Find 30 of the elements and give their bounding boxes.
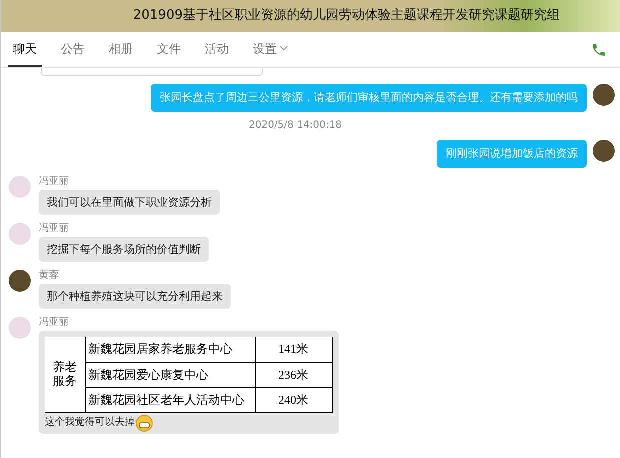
window-title: 201909基于社区职业资源的幼儿园劳动体验主题课程开发研究课题研究组 bbox=[133, 7, 560, 26]
grin-emoji-icon bbox=[136, 414, 153, 432]
sender-name: 黄蓉 bbox=[39, 270, 60, 282]
tab[interactable]: 聊天 bbox=[8, 32, 42, 67]
incoming-message-bubble: 我们可以在里面做下职业资源分析 bbox=[39, 190, 220, 215]
sender-name: 冯亚丽 bbox=[39, 176, 70, 188]
sender-name: 冯亚丽 bbox=[39, 317, 70, 329]
tab[interactable]: 活动 bbox=[200, 32, 234, 67]
avatar[interactable] bbox=[593, 84, 615, 106]
table-cell: 新魏花园居家养老服务中心 bbox=[85, 337, 255, 362]
table-cell: 240米 bbox=[255, 387, 332, 412]
timestamp: 2020/5/8 14:00:18 bbox=[248, 120, 342, 132]
tab[interactable]: 相册 bbox=[104, 32, 138, 67]
tab[interactable]: 文件 bbox=[152, 32, 186, 67]
table-cell: 养老服务 bbox=[45, 337, 85, 412]
table-cell: 新魏花园社区老年人活动中心 bbox=[85, 387, 255, 412]
table-cell: 236米 bbox=[255, 362, 332, 387]
tab[interactable]: 公告 bbox=[56, 32, 90, 67]
avatar[interactable] bbox=[593, 140, 615, 162]
tab[interactable]: 设置 bbox=[248, 32, 293, 67]
outgoing-message-bubble: 刚刚张园说增加饭店的资源 bbox=[437, 140, 587, 168]
incoming-message-bubble: 那个种植养殖这块可以充分利用起来 bbox=[39, 284, 231, 309]
outgoing-message-bubble: 张园长盘点了周边三公里资源，请老师们审核里面的内容是否合理。还有需要添加的吗 bbox=[151, 84, 587, 112]
table-cell: 141米 bbox=[255, 337, 332, 362]
chevron-down-icon bbox=[280, 46, 288, 51]
table-cell: 新魏花园爱心康复中心 bbox=[85, 362, 255, 387]
avatar[interactable] bbox=[9, 270, 31, 292]
incoming-message-bubble: 挖掘下每个服务场所的价值判断 bbox=[39, 237, 209, 262]
message-text: 这个我觉得可以去掉 bbox=[45, 417, 135, 429]
sender-name: 冯亚丽 bbox=[39, 223, 70, 235]
